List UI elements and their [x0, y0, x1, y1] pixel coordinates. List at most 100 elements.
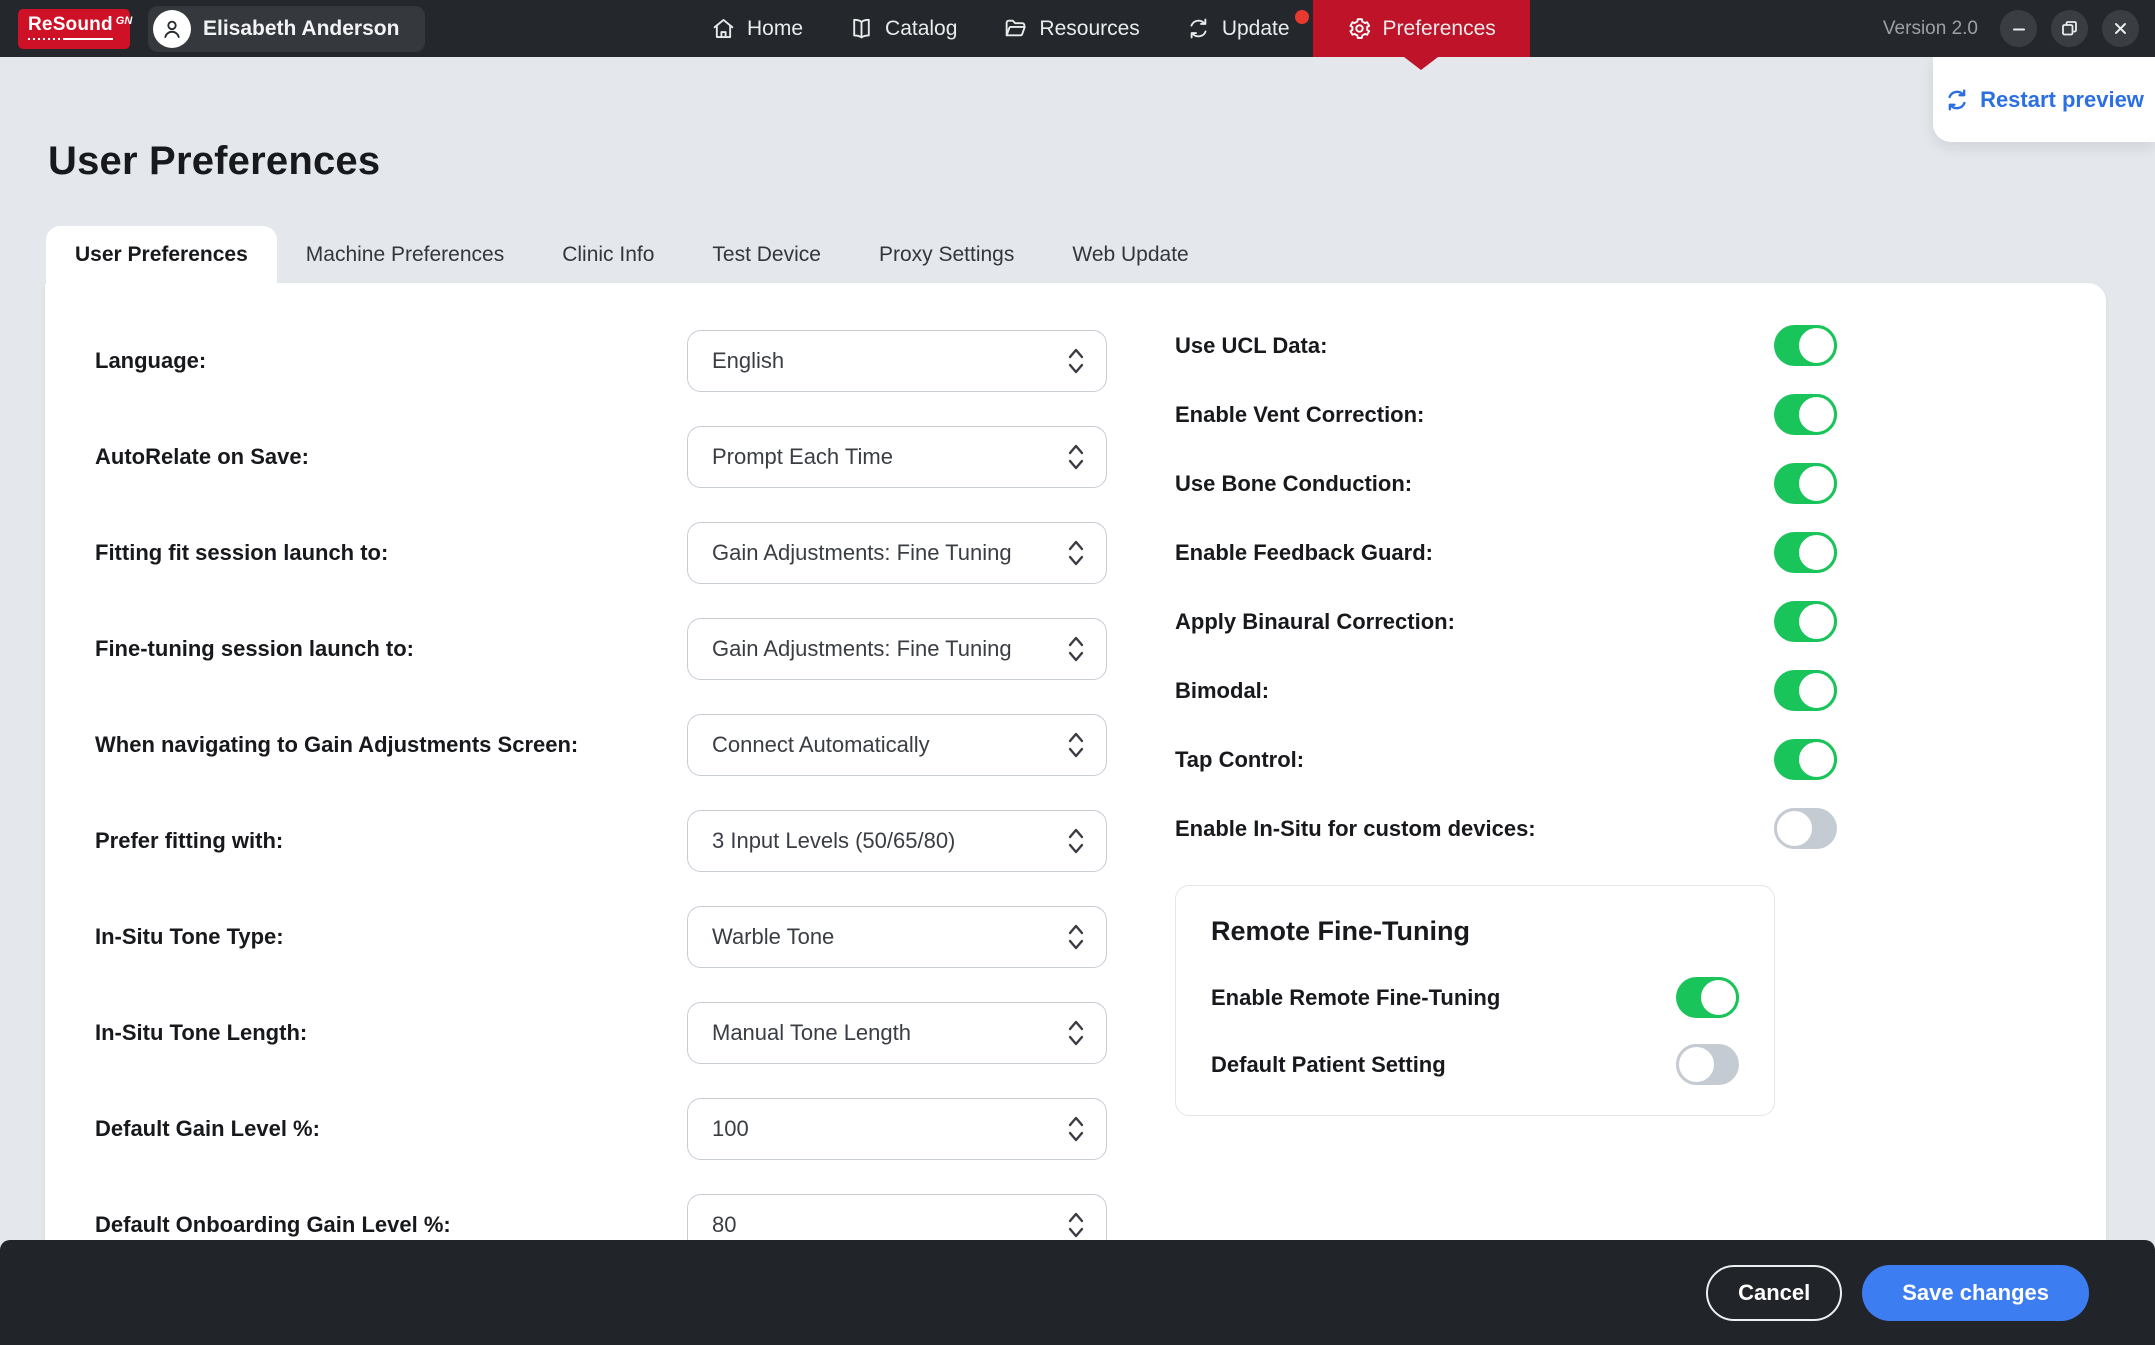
select-control[interactable]: English: [687, 330, 1107, 392]
person-icon: [160, 17, 184, 41]
toggle-knob: [1796, 601, 1837, 642]
toggle-row: Use UCL Data:: [1175, 325, 1837, 366]
select-value: Gain Adjustments: Fine Tuning: [712, 636, 1012, 662]
toggle-switch[interactable]: [1676, 977, 1739, 1018]
tab-machine-preferences[interactable]: Machine Preferences: [277, 226, 533, 283]
chevron-up-down-icon: [1066, 729, 1086, 761]
tab-web-update[interactable]: Web Update: [1043, 226, 1217, 283]
toggle-switch[interactable]: [1774, 670, 1837, 711]
toggle-switch[interactable]: [1676, 1044, 1739, 1085]
close-button[interactable]: [2102, 10, 2139, 47]
home-icon: [711, 16, 736, 41]
field-label: Fine-tuning session launch to:: [95, 636, 414, 662]
select-control[interactable]: Manual Tone Length: [687, 1002, 1107, 1064]
top-bar: ReSound GN Elisabeth Anderson Home Catal…: [0, 0, 2155, 57]
catalog-icon: [849, 16, 874, 41]
select-value: English: [712, 348, 784, 374]
field-label: Use Bone Conduction:: [1175, 471, 1412, 497]
select-value: Gain Adjustments: Fine Tuning: [712, 540, 1012, 566]
tab-bar: User Preferences Machine Preferences Cli…: [46, 226, 1218, 283]
nav-item-update[interactable]: Update: [1163, 0, 1313, 57]
app-window: ReSound GN Elisabeth Anderson Home Catal…: [0, 0, 2155, 1345]
toggle-knob: [1774, 808, 1815, 849]
select-control[interactable]: Prompt Each Time: [687, 426, 1107, 488]
field-label: In-Situ Tone Length:: [95, 1020, 307, 1046]
select-value: 100: [712, 1116, 749, 1142]
close-icon: [2113, 21, 2128, 36]
field-label: Enable Vent Correction:: [1175, 402, 1424, 428]
toggles-list: Use UCL Data: Enable Vent Correction: Us…: [1175, 325, 1837, 849]
toggle-switch[interactable]: [1774, 532, 1837, 573]
toggle-switch[interactable]: [1774, 463, 1837, 504]
resources-icon: [1003, 16, 1028, 41]
field-label: In-Situ Tone Type:: [95, 924, 284, 950]
toggle-switch[interactable]: [1774, 808, 1837, 849]
select-value: Connect Automatically: [712, 732, 930, 758]
field-label: Fitting fit session launch to:: [95, 540, 388, 566]
tab-test-device[interactable]: Test Device: [683, 226, 850, 283]
brand-name: ReSound: [28, 15, 113, 34]
chevron-up-down-icon: [1066, 825, 1086, 857]
nav-item-preferences[interactable]: Preferences: [1313, 0, 1530, 57]
minimize-icon: [2011, 21, 2027, 37]
toggle-knob: [1796, 532, 1837, 573]
toggle-switch[interactable]: [1774, 739, 1837, 780]
toggle-knob: [1676, 1044, 1717, 1085]
nav-item-resources[interactable]: Resources: [980, 0, 1162, 57]
resound-logo: ReSound GN: [18, 9, 130, 49]
minimize-button[interactable]: [2000, 10, 2037, 47]
field-label: Enable Remote Fine-Tuning: [1211, 985, 1500, 1011]
chevron-up-down-icon: [1066, 345, 1086, 377]
field-label: Bimodal:: [1175, 678, 1269, 704]
select-control[interactable]: 100: [687, 1098, 1107, 1160]
restart-preview-button[interactable]: Restart preview: [1933, 57, 2155, 142]
toggle-knob: [1796, 739, 1837, 780]
toggle-switch[interactable]: [1774, 325, 1837, 366]
window-controls: Version 2.0: [1883, 10, 2139, 47]
field-label: Default Patient Setting: [1211, 1052, 1446, 1078]
avatar: [153, 10, 191, 48]
toggle-switch[interactable]: [1774, 601, 1837, 642]
select-row: Fitting fit session launch to: Gain Adju…: [95, 522, 1107, 584]
tab-user-preferences[interactable]: User Preferences: [46, 226, 277, 283]
field-label: Enable Feedback Guard:: [1175, 540, 1433, 566]
select-control[interactable]: Warble Tone: [687, 906, 1107, 968]
toggle-row: Enable Vent Correction:: [1175, 394, 1837, 435]
chevron-up-down-icon: [1066, 921, 1086, 953]
field-label: Apply Binaural Correction:: [1175, 609, 1455, 635]
toggle-fields-column: Use UCL Data: Enable Vent Correction: Us…: [1175, 325, 1837, 1116]
select-row: Default Gain Level %: 100: [95, 1098, 1107, 1160]
select-control[interactable]: Gain Adjustments: Fine Tuning: [687, 618, 1107, 680]
update-icon: [1186, 16, 1211, 41]
select-control[interactable]: Connect Automatically: [687, 714, 1107, 776]
select-row: Prefer fitting with: 3 Input Levels (50/…: [95, 810, 1107, 872]
select-control[interactable]: 3 Input Levels (50/65/80): [687, 810, 1107, 872]
user-menu[interactable]: Elisabeth Anderson: [148, 6, 425, 52]
logo-underline: [28, 38, 113, 40]
select-fields-column: Language: English AutoRelate on Save: Pr…: [95, 330, 1107, 1290]
nav-item-home[interactable]: Home: [688, 0, 826, 57]
remote-toggles-list: Enable Remote Fine-Tuning Default Patien…: [1211, 977, 1739, 1085]
select-value: Manual Tone Length: [712, 1020, 911, 1046]
cancel-button[interactable]: Cancel: [1706, 1265, 1842, 1321]
tab-proxy-settings[interactable]: Proxy Settings: [850, 226, 1043, 283]
select-value: Prompt Each Time: [712, 444, 893, 470]
chevron-up-down-icon: [1066, 1113, 1086, 1145]
save-changes-button[interactable]: Save changes: [1862, 1265, 2089, 1321]
gear-icon: [1347, 16, 1372, 41]
maximize-button[interactable]: [2051, 10, 2088, 47]
toggle-knob: [1796, 325, 1837, 366]
toggle-row: Enable Remote Fine-Tuning: [1211, 977, 1739, 1018]
tab-clinic-info[interactable]: Clinic Info: [533, 226, 683, 283]
select-value: 80: [712, 1212, 736, 1238]
toggle-knob: [1796, 394, 1837, 435]
field-label: AutoRelate on Save:: [95, 444, 309, 470]
toggle-row: Bimodal:: [1175, 670, 1837, 711]
select-control[interactable]: Gain Adjustments: Fine Tuning: [687, 522, 1107, 584]
toggle-row: Use Bone Conduction:: [1175, 463, 1837, 504]
nav-item-catalog[interactable]: Catalog: [826, 0, 980, 57]
select-row: In-Situ Tone Length: Manual Tone Length: [95, 1002, 1107, 1064]
toggle-switch[interactable]: [1774, 394, 1837, 435]
restart-preview-label: Restart preview: [1980, 87, 2144, 113]
page-title: User Preferences: [48, 139, 380, 184]
